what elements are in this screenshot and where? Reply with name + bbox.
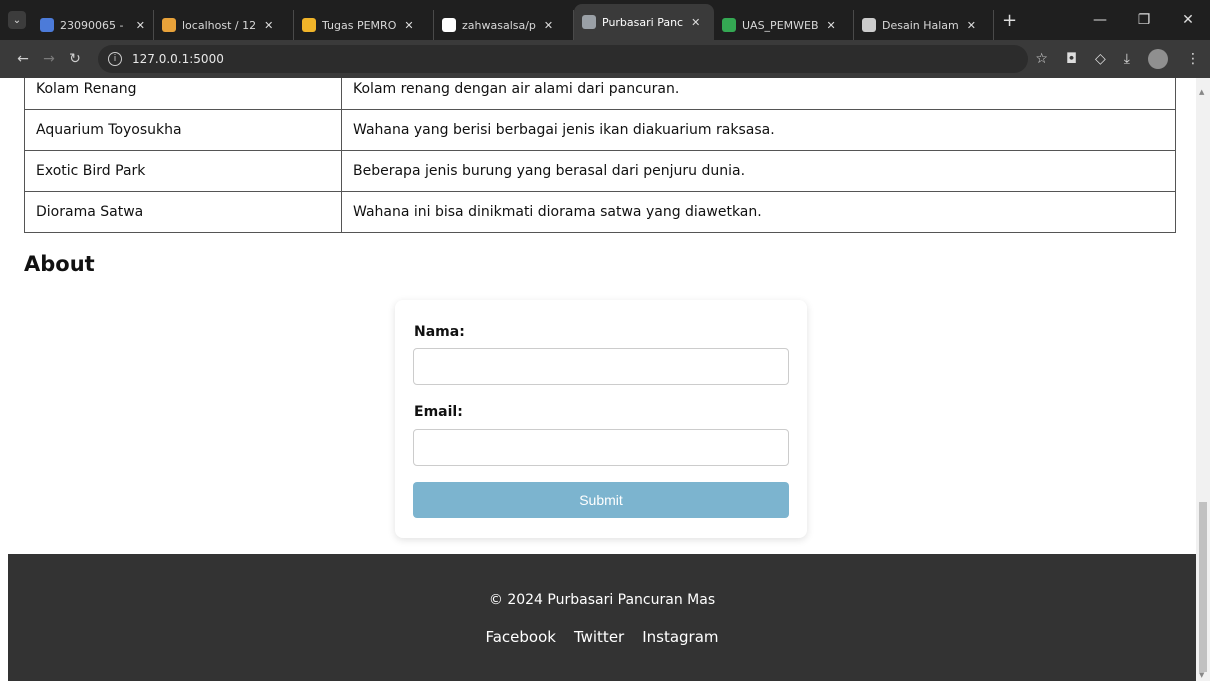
browser-tab[interactable]: zahwasalsa/p ✕ (434, 10, 574, 40)
attraction-name-cell: Diorama Satwa (24, 191, 342, 233)
menu-kebab-icon[interactable]: ⋮ (1186, 51, 1200, 67)
close-window-button[interactable]: ✕ (1166, 12, 1210, 28)
new-tab-button[interactable]: + (1002, 10, 1017, 31)
tab-favicon-icon (862, 18, 876, 32)
name-label: Nama: (414, 324, 465, 340)
contact-form: Nama: Email: Submit (395, 300, 807, 538)
table-row: Exotic Bird Park Beberapa jenis burung ya… (24, 150, 1176, 192)
copyright-text: © 2024 Purbasari Pancuran Mas (488, 592, 716, 608)
tab-title: 23090065 - Pr (60, 18, 128, 32)
attraction-description-cell: Wahana ini bisa dinikmati diorama satwa … (341, 191, 1176, 233)
tab-close-icon[interactable]: ✕ (404, 19, 413, 32)
profile-avatar[interactable] (1148, 49, 1168, 69)
about-heading: About (24, 252, 95, 276)
table-row: Kolam Renang Kolam renang dengan air alam… (24, 78, 1176, 110)
table-row: Diorama Satwa Wahana ini bisa dinikmati d… (24, 191, 1176, 233)
toolbar-actions: ☆ ◘ ◇ ⤓ ⋮ (1035, 40, 1200, 78)
scroll-up-icon[interactable]: ▲ (1199, 88, 1204, 96)
page-footer: © 2024 Purbasari Pancuran Mas Facebook T… (8, 554, 1196, 681)
browser-tab[interactable]: Desain Halam ✕ (854, 10, 994, 40)
page-scrollbar[interactable]: ▲ ▼ (1196, 78, 1210, 681)
tab-title: localhost / 12 (182, 18, 257, 32)
minimize-button[interactable]: — (1078, 12, 1122, 28)
tab-close-icon[interactable]: ✕ (827, 19, 836, 32)
tab-title: Purbasari Panc (602, 15, 684, 29)
tab-title: Tugas PEMRO (322, 18, 397, 32)
name-input[interactable] (413, 348, 789, 385)
browser-tab[interactable]: Tugas PEMRO ✕ (294, 10, 434, 40)
browser-tab-strip: ⌄ 23090065 - Pr✕localhost / 12✕Tugas PEM… (0, 0, 1210, 40)
attractions-table: Kolam Renang Kolam renang dengan air alam… (24, 78, 1176, 233)
browser-tab[interactable]: Purbasari Panc ✕ (574, 4, 714, 40)
tab-favicon-icon (722, 18, 736, 32)
forward-icon[interactable]: → (36, 51, 62, 67)
facebook-link[interactable]: Facebook (485, 628, 555, 646)
email-label: Email: (414, 404, 463, 420)
instagram-link[interactable]: Instagram (642, 628, 718, 646)
tab-title: Desain Halam (882, 18, 959, 32)
url-text: 127.0.0.1:5000 (132, 52, 224, 66)
tab-close-icon[interactable]: ✕ (967, 19, 976, 32)
address-bar[interactable]: i 127.0.0.1:5000 (98, 45, 1028, 73)
scrollbar-thumb[interactable] (1199, 502, 1207, 672)
attraction-description-cell: Wahana yang berisi berbagai jenis ikan d… (341, 109, 1176, 151)
reload-icon[interactable]: ↻ (62, 51, 88, 67)
browser-tab[interactable]: localhost / 12 ✕ (154, 10, 294, 40)
submit-button[interactable]: Submit (413, 482, 789, 518)
browser-toolbar: ← → ↻ i 127.0.0.1:5000 (0, 40, 1210, 78)
attraction-description-cell: Beberapa jenis burung yang berasal dari … (341, 150, 1176, 192)
tab-close-icon[interactable]: ✕ (136, 19, 145, 32)
tab-favicon-icon (582, 15, 596, 29)
attraction-name-cell: Exotic Bird Park (24, 150, 342, 192)
site-info-icon[interactable]: i (108, 52, 122, 66)
browser-tab[interactable]: 23090065 - Pr ✕ (32, 10, 154, 40)
footer-links: Facebook Twitter Instagram (8, 628, 1196, 646)
browser-tab[interactable]: UAS_PEMWEB ✕ (714, 10, 854, 40)
tab-favicon-icon (302, 18, 316, 32)
download-icon[interactable]: ⤓ (1124, 51, 1130, 67)
attraction-description-cell: Kolam renang dengan air alami dari pancu… (341, 78, 1176, 110)
tab-favicon-icon (442, 18, 456, 32)
window-controls: — ❐ ✕ (1078, 0, 1210, 40)
back-icon[interactable]: ← (10, 51, 36, 67)
attraction-name-cell: Kolam Renang (24, 78, 342, 110)
email-input[interactable] (413, 429, 789, 466)
tab-title: UAS_PEMWEB (742, 18, 819, 32)
tab-title: zahwasalsa/p (462, 18, 536, 32)
tab-search-button[interactable]: ⌄ (8, 11, 26, 29)
scroll-down-icon[interactable]: ▼ (1199, 671, 1204, 679)
tab-favicon-icon (40, 18, 54, 32)
twitter-link[interactable]: Twitter (574, 628, 624, 646)
bookmark-star-icon[interactable]: ☆ (1035, 51, 1048, 67)
restore-button[interactable]: ❐ (1122, 12, 1166, 28)
extensions-puzzle-icon[interactable]: ◇ (1095, 51, 1106, 67)
tab-close-icon[interactable]: ✕ (264, 19, 273, 32)
page-viewport: Kolam Renang Kolam renang dengan air alam… (0, 78, 1196, 681)
tab-close-icon[interactable]: ✕ (691, 16, 700, 29)
attraction-name-cell: Aquarium Toyosukha (24, 109, 342, 151)
tab-favicon-icon (162, 18, 176, 32)
tab-close-icon[interactable]: ✕ (544, 19, 553, 32)
extension-icon[interactable]: ◘ (1066, 51, 1077, 67)
table-row: Aquarium Toyosukha Wahana yang berisi ber… (24, 109, 1176, 151)
